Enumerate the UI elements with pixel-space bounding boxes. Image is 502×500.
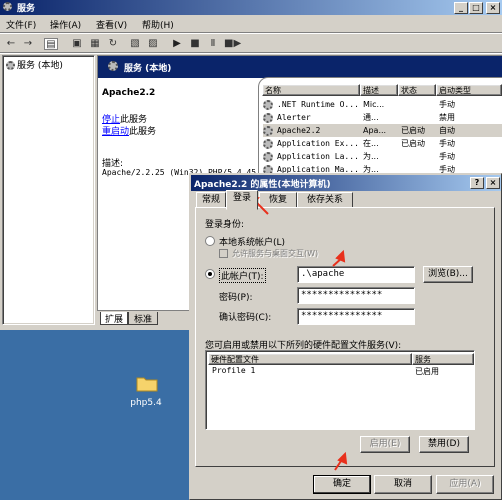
- arrow-head-account: [335, 249, 346, 263]
- tab-logon[interactable]: 登录: [226, 190, 258, 210]
- annotation-arrows: [248, 194, 348, 471]
